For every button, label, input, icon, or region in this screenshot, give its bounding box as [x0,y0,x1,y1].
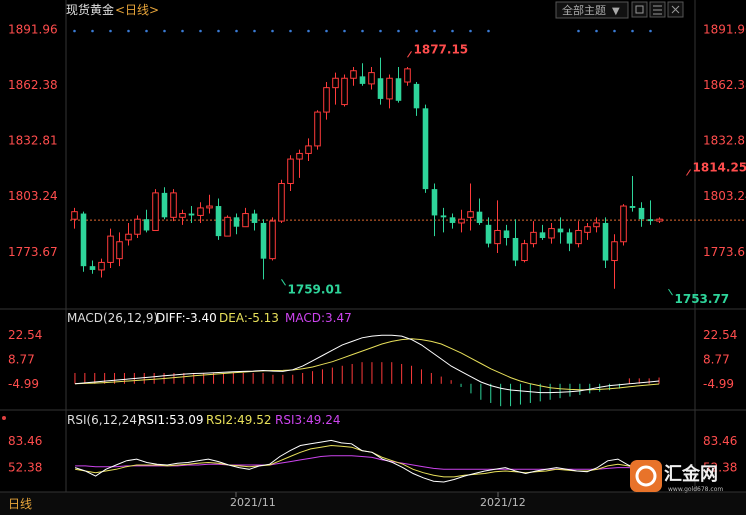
instrument-title: 现货黄金 [66,2,114,17]
macd-dea-value: DEA:-5.13 [219,311,279,325]
price-tick-left: 1862.38 [8,78,58,92]
rsi-label: RSI(6,12,24) [67,413,142,427]
price-tick-left: 1773.67 [8,245,58,259]
marker-dot [415,29,418,33]
marker-dot [577,29,580,33]
date-label-nov: 2021/11 [230,496,276,509]
macd-tick-left: -4.99 [8,377,39,391]
candle[interactable] [134,215,141,238]
marker-dot [631,29,634,33]
marker-dot [595,29,598,33]
marker-dot [163,29,166,33]
candle[interactable] [521,239,528,263]
marker-dot [181,29,184,33]
price-tick-right: 1832.81 [703,134,746,148]
square-icon-button[interactable] [631,1,648,18]
annotation-label: 1753.77 [675,292,730,306]
macd-diff-value: DIFF:-3.40 [156,311,217,325]
candle[interactable] [278,179,285,223]
marker-dot [379,29,382,33]
macd-label: MACD(26,12,9) [67,311,158,325]
candle[interactable] [80,211,87,272]
marker-dot [253,29,256,33]
price-tick-right: 1891.96 [703,22,746,36]
price-tick-left: 1803.24 [8,189,58,203]
logo-icon [630,460,662,492]
price-tick-right: 1773.67 [703,245,746,259]
marker-dot [145,29,148,33]
macd-macd-value: MACD:3.47 [285,311,352,325]
candle[interactable] [341,74,348,107]
candle[interactable] [422,104,429,193]
logo: 汇金网 www.gold678.com [630,460,723,493]
marker-dot [433,29,436,33]
candle[interactable] [224,215,231,237]
marker-dot [217,29,220,33]
annotation-label: 1814.25 [693,161,746,175]
rsi3-value: RSI3:49.24 [275,413,341,427]
rsi-tick-left: 83.46 [8,434,42,448]
marker-dot [325,29,328,33]
candle[interactable] [152,189,159,231]
rsi-marker-icon [2,416,6,420]
marker-dot [91,29,94,33]
marker-dot [289,29,292,33]
price-tick-right: 1862.38 [703,78,746,92]
bottom-bar [0,492,746,515]
macd-tick-right: -4.99 [703,377,734,391]
period-label[interactable]: <日线> [115,3,159,17]
marker-dot [271,29,274,33]
bottom-period-tab[interactable]: 日线 [8,497,32,511]
logo-url: www.gold678.com [668,486,723,493]
rsi1-value: RSI1:53.09 [138,413,204,427]
marker-dot [73,29,76,33]
macd-tick-left: 22.54 [8,328,42,342]
price-tick-left: 1891.96 [8,22,58,36]
date-label-dec: 2021/12 [480,496,526,509]
candle[interactable] [269,217,276,261]
marker-dot [361,29,364,33]
marker-dot [613,29,616,33]
theme-button-label: 全部主题 [562,3,606,17]
rsi2-value: RSI2:49.52 [206,413,272,427]
marker-dot [307,29,310,33]
marker-dot [109,29,112,33]
macd-tick-left: 8.77 [8,352,35,366]
marker-dot [397,29,400,33]
marker-dot [235,29,238,33]
annotation-label: 1759.01 [288,282,343,296]
rsi-tick-right: 83.46 [703,434,737,448]
annotation-label: 1877.15 [414,42,469,56]
chevron-down-icon: ▼ [612,6,620,17]
candle[interactable] [620,204,627,246]
macd-tick-right: 8.77 [703,352,730,366]
marker-dot [343,29,346,33]
marker-dot [487,29,490,33]
marker-dot [199,29,202,33]
chart-canvas[interactable]: 1891.96 1891.96 1862.38 1862.38 1832.81 1832.… [0,0,746,515]
marker-dot [649,29,652,33]
candle[interactable] [602,217,609,269]
logo-text: 汇金网 [664,463,718,485]
candle[interactable] [170,189,177,222]
price-tick-left: 1832.81 [8,134,58,148]
rsi-tick-left: 52.38 [8,460,42,474]
marker-dot [469,29,472,33]
price-tick-right: 1803.24 [703,189,746,203]
macd-tick-right: 22.54 [703,328,737,342]
candle[interactable] [314,110,321,150]
marker-dot [127,29,130,33]
marker-dot [451,29,454,33]
